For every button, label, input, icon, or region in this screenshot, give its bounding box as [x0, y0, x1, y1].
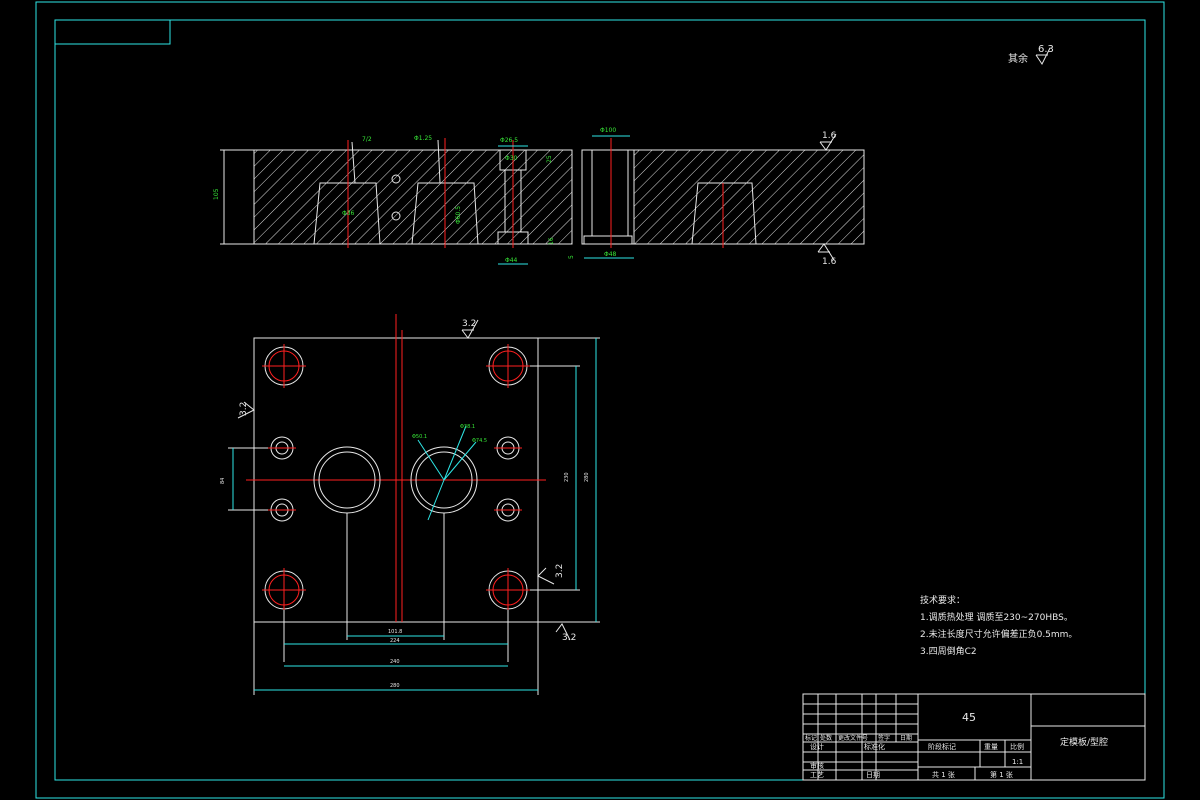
roughness-top: 1.6 [822, 131, 837, 141]
dim-d10: 5 [568, 255, 575, 259]
roughness-plan-right: 3.2 [555, 564, 565, 578]
dim-d8: 16 [548, 237, 555, 245]
tb-material: 45 [962, 711, 976, 724]
tech-notes-heading: 技术要求： [920, 594, 965, 606]
dim-phi-a: Φ50.1 [412, 434, 427, 440]
dim-d7: Φ44 [505, 257, 518, 264]
tb-design: 设计 [810, 742, 824, 751]
tb-sheet-no: 第 1 张 [990, 770, 1013, 779]
tb-scale: 比例 [1010, 742, 1024, 751]
tech-note-1: 1.调质热处理 调质至230~270HBS。 [920, 611, 1073, 623]
dim-d3: Φ26.5 [500, 137, 518, 144]
inner-border [54, 19, 1146, 781]
tb-standardize: 标准化 [864, 742, 885, 751]
code-box [54, 19, 171, 45]
tb-weight: 重量 [984, 743, 998, 751]
tb-scale-value: 1:1 [1012, 758, 1023, 766]
tb-stage-mark: 阶段标记 [928, 742, 956, 751]
dim-d15: Φ100 [600, 127, 616, 134]
plan-view: 230 280 84 Φ50.1 Φ38.1 Φ74.5 101.8 224 2… [220, 314, 600, 695]
tb-sheets-total: 共 1 张 [932, 770, 955, 779]
tb-label-sign: 签字 [878, 734, 890, 742]
dim-d16: Φ48 [604, 251, 617, 258]
general-roughness: 其余 6.3 [1008, 44, 1054, 65]
dim-h-mid: 230 [564, 472, 570, 482]
title-block: 标记 处数 更改文件号 签字 日期 设计 标准化 审核 工艺 日期 45 定模板… [802, 693, 1146, 781]
dim-phi-c: Φ74.5 [472, 438, 487, 444]
tb-label-count: 处数 [820, 734, 832, 742]
tb-label-mark: 标记 [805, 734, 817, 742]
dim-d6: Φ36 [342, 210, 355, 217]
dim-w1: 101.8 [388, 629, 402, 635]
tb-part-name: 定模板/型腔 [1060, 736, 1108, 748]
dim-d1: 7/2 [362, 136, 372, 143]
dim-w3: 240 [390, 659, 400, 665]
dim-h-small: 84 [220, 478, 226, 484]
tb-check: 审核 [810, 761, 824, 770]
dim-d2: Φ1.25 [414, 135, 432, 142]
dim-d9: 25 [546, 155, 553, 163]
cad-drawing: 其余 6.3 105 7/2 Φ1.25 Φ26.5 Φ30 Φ36 Φ60.5… [35, 1, 1165, 799]
technical-notes: 技术要求： 1.调质热处理 调质至230~270HBS。 2.未注长度尺寸允许偏… [920, 594, 1077, 657]
tb-approve: 日期 [866, 771, 880, 779]
roughness-plan-top: 3.2 [462, 319, 476, 329]
tech-note-3: 3.四周倒角C2 [920, 645, 977, 657]
general-roughness-value: 6.3 [1038, 44, 1054, 55]
dim-h-full: 280 [584, 472, 590, 482]
section-view: 105 7/2 Φ1.25 Φ26.5 Φ30 Φ36 Φ60.5 Φ44 25… [213, 127, 865, 267]
dim-height-left: 105 [213, 188, 220, 200]
dim-w2: 224 [390, 638, 400, 644]
outer-border [35, 1, 1165, 799]
roughness-plan-bottom: 3.2 [562, 633, 576, 643]
tb-label-change: 更改文件号 [838, 734, 868, 742]
tb-label-date: 日期 [900, 734, 912, 742]
roughness-plan-left: 3.2 [239, 402, 249, 416]
dim-w4: 280 [390, 683, 400, 689]
tech-note-2: 2.未注长度尺寸允许偏差正负0.5mm。 [920, 628, 1077, 640]
dim-phi-b: Φ38.1 [460, 424, 475, 430]
tb-process: 工艺 [810, 771, 824, 779]
dim-d12: Φ60.5 [455, 206, 462, 224]
general-roughness-label: 其余 [1008, 52, 1028, 65]
dim-d4: Φ30 [505, 155, 518, 162]
roughness-bottom: 1.6 [822, 257, 837, 267]
